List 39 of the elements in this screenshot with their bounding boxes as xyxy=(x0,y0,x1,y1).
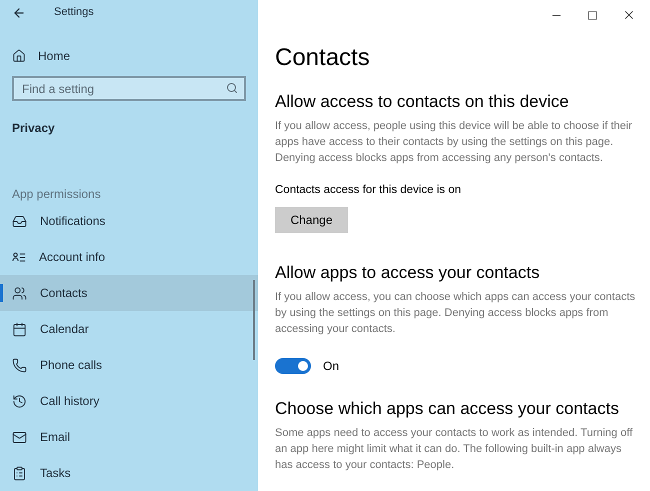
window-title: Settings xyxy=(54,5,94,20)
page-title: Contacts xyxy=(275,43,371,73)
scrollbar[interactable] xyxy=(253,280,255,360)
section-heading: Choose which apps can access your contacts xyxy=(275,398,620,420)
tray-icon xyxy=(12,214,27,228)
group-label: App permissions xyxy=(11,186,102,203)
nav-item[interactable]: Calendar xyxy=(0,311,258,347)
history-icon xyxy=(12,394,27,408)
section-description: If you allow access, you can choose which apps can access your contacts by using the settings on this page. Denying access blocks apps from accessing your contacts. xyxy=(275,290,636,338)
close-icon[interactable] xyxy=(622,8,636,22)
home-icon xyxy=(12,49,26,63)
nav-item[interactable]: Tasks xyxy=(0,455,258,491)
nav-item[interactable]: Call history xyxy=(0,383,258,419)
mail-icon xyxy=(12,430,27,444)
nav-item[interactable]: Account info xyxy=(0,239,258,275)
maximize-icon[interactable] xyxy=(587,10,598,20)
toggle-switch[interactable] xyxy=(275,358,311,374)
person-list-icon xyxy=(12,252,26,262)
people-icon xyxy=(12,286,27,300)
search-field[interactable]: Find a setting xyxy=(12,76,246,101)
section-description: Some apps need to access your contacts to work as intended. Turning off an app here might limit what it can do. The following built-in app always has access to your contacts: People. xyxy=(275,426,634,474)
section-title: Privacy xyxy=(11,120,56,137)
nav-item[interactable]: Phone calls xyxy=(0,347,258,383)
section-description: If you allow access, people using this device will be able to choose if their apps have access to their contacts by using the settings on this page. Denying access blocks apps from accessing any person's contacts. xyxy=(275,119,634,166)
back-icon[interactable] xyxy=(12,6,26,20)
calendar-icon xyxy=(12,322,27,336)
selection-indicator xyxy=(0,284,3,302)
section-heading: Allow access to contacts on this device xyxy=(275,91,570,113)
status-text: Contacts access for this device is on xyxy=(275,183,462,198)
search-icon[interactable] xyxy=(226,82,238,94)
clipboard-icon xyxy=(12,466,27,480)
nav-item[interactable]: Email xyxy=(0,419,258,455)
nav-item[interactable]: Notifications xyxy=(0,203,258,239)
home-link[interactable]: Home xyxy=(0,47,258,65)
toggle-label: On xyxy=(323,358,340,376)
phone-icon xyxy=(12,358,27,372)
nav-item[interactable]: Contacts xyxy=(0,275,258,311)
section-heading: Allow apps to access your contacts xyxy=(275,262,541,284)
change-button[interactable]: Change xyxy=(275,207,348,234)
